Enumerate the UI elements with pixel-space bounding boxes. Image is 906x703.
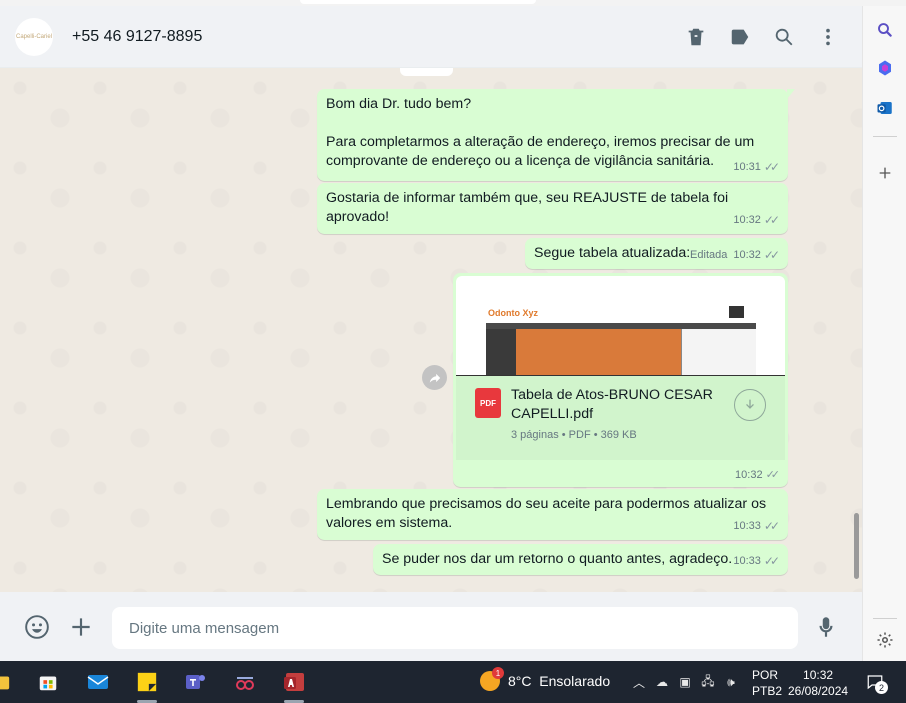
forward-icon — [429, 373, 440, 383]
copilot-icon[interactable] — [875, 58, 895, 78]
notification-count: 2 — [875, 681, 888, 694]
snipping-tool-icon[interactable] — [231, 668, 259, 696]
forward-button[interactable] — [422, 365, 447, 390]
settings-icon[interactable] — [875, 630, 895, 650]
network-icon[interactable]: 🖧 — [699, 673, 717, 691]
document-preview[interactable]: Odonto Xyz — [456, 276, 785, 376]
message-bubble[interactable]: Bom dia Dr. tudo bem? Para completarmos … — [317, 89, 795, 181]
read-ticks-icon: ✓✓ — [763, 160, 780, 174]
access-icon[interactable] — [280, 668, 308, 703]
preview-table — [486, 323, 756, 375]
read-ticks-icon: ✓✓ — [763, 248, 780, 262]
microphone-icon[interactable] — [813, 614, 839, 640]
browser-side-bar — [862, 6, 906, 661]
clock[interactable]: 10:32 26/08/2024 — [788, 667, 848, 699]
message-bubble[interactable]: Segue tabela atualizada: Editada 10:32 ✓✓ — [525, 238, 788, 269]
message-meta: 10:33 ✓✓ — [733, 552, 780, 571]
tab-stub — [300, 0, 536, 4]
read-ticks-icon: ✓✓ — [765, 469, 781, 481]
language-top: POR — [752, 668, 779, 682]
edited-label: Editada — [690, 249, 728, 261]
chat-area[interactable]: Bom dia Dr. tudo bem? Para completarmos … — [0, 68, 862, 592]
weather-icon: 1 — [480, 667, 504, 691]
menu-icon[interactable] — [816, 25, 840, 49]
message-meta: 10:32 ✓✓ — [735, 468, 781, 482]
message-time: 10:31 — [733, 161, 761, 173]
message-time: 10:32 — [733, 214, 761, 226]
avatar-text: Capelli-Cariel — [15, 33, 52, 40]
network-cloud-icon[interactable]: ☁ — [653, 673, 671, 691]
download-button[interactable] — [734, 389, 766, 421]
search-icon[interactable] — [772, 25, 796, 49]
add-icon[interactable] — [875, 163, 895, 183]
read-ticks-icon: ✓✓ — [763, 519, 780, 533]
outlook-icon[interactable] — [875, 98, 895, 118]
message-meta: 10:31 ✓✓ — [733, 158, 780, 177]
message-bubble[interactable]: Gostaria de informar também que, seu REA… — [317, 183, 788, 234]
divider — [873, 618, 897, 619]
divider — [873, 136, 897, 137]
composer — [0, 592, 862, 661]
message-time: 10:33 — [733, 555, 761, 567]
weather-widget[interactable]: 1 8°C Ensolarado — [480, 667, 611, 691]
clock-time: 10:32 — [803, 668, 834, 682]
chevron-up-icon[interactable]: ︿ — [630, 673, 648, 691]
document-name[interactable]: Tabela de Atos-BRUNO CESAR CAPELLI.pdf — [511, 386, 721, 424]
emoji-icon[interactable] — [24, 614, 50, 640]
message-meta: 10:32 ✓✓ — [733, 211, 780, 230]
language-bottom: PTB2 — [752, 684, 783, 698]
message-input[interactable] — [112, 607, 798, 649]
volume-icon[interactable]: 🕪 — [722, 673, 740, 691]
weather-badge: 1 — [492, 667, 504, 679]
preview-logo: Odonto Xyz — [488, 308, 538, 318]
message-text: Gostaria de informar também que, seu REA… — [326, 190, 733, 225]
search-icon[interactable] — [875, 20, 895, 40]
read-ticks-icon: ✓✓ — [763, 213, 780, 227]
chat-header: Capelli-Cariel +55 46 9127-8895 — [0, 6, 862, 68]
store-icon[interactable] — [34, 668, 62, 696]
message-time: 10:32 — [733, 249, 761, 261]
message-text: Bom dia Dr. tudo bem? Para completarmos … — [326, 96, 755, 169]
language-indicator[interactable]: POR PTB2 — [752, 667, 782, 699]
clock-date: 26/08/2024 — [788, 684, 849, 698]
message-meta: Editada 10:32 ✓✓ — [690, 246, 780, 265]
preview-logo-accent: Xyz — [522, 308, 539, 318]
message-bubble[interactable]: Se puder nos dar um retorno o quanto ant… — [373, 544, 788, 575]
download-icon — [746, 399, 754, 409]
contact-name[interactable]: +55 46 9127-8895 — [72, 28, 202, 46]
message-time: 10:33 — [733, 520, 761, 532]
notifications-button[interactable]: 2 — [866, 673, 888, 694]
pdf-icon: PDF — [475, 388, 501, 418]
device-icon[interactable]: ▣ — [676, 673, 694, 691]
message-text: Se puder nos dar um retorno o quanto ant… — [382, 551, 733, 567]
avatar[interactable]: Capelli-Cariel — [15, 17, 53, 56]
preview-logo-text: Odonto — [488, 308, 520, 318]
header-actions — [684, 6, 840, 68]
delete-icon[interactable] — [684, 25, 708, 49]
message-meta: 10:33 ✓✓ — [733, 517, 780, 536]
message-text: Lembrando que precisamos do seu aceite p… — [326, 496, 771, 531]
attach-icon[interactable] — [68, 614, 94, 640]
preview-badge — [729, 306, 744, 318]
message-bubble[interactable]: Lembrando que precisamos do seu aceite p… — [317, 489, 788, 540]
document-details: 3 páginas • PDF • 369 KB — [511, 429, 637, 441]
message-time: 10:32 — [735, 468, 763, 481]
taskbar: 1 8°C Ensolarado ︿ ☁ ▣ 🖧 🕪 POR PTB2 10:3… — [0, 661, 906, 703]
document-info[interactable]: PDF Tabela de Atos-BRUNO CESAR CAPELLI.p… — [456, 376, 785, 460]
read-ticks-icon: ✓✓ — [763, 554, 780, 568]
system-tray: ︿ ☁ ▣ 🖧 🕪 — [630, 673, 740, 691]
scrollbar[interactable] — [854, 513, 859, 579]
label-icon[interactable] — [728, 25, 752, 49]
file-explorer-icon[interactable] — [0, 668, 14, 696]
sticky-notes-icon[interactable] — [133, 668, 161, 703]
document-message[interactable]: Odonto Xyz PDF Tabela de Atos-BRUNO CESA… — [453, 273, 788, 487]
weather-text: 8°C Ensolarado — [508, 673, 611, 689]
teams-icon[interactable] — [181, 668, 209, 696]
mail-icon[interactable] — [84, 668, 112, 696]
date-chip — [400, 68, 453, 76]
